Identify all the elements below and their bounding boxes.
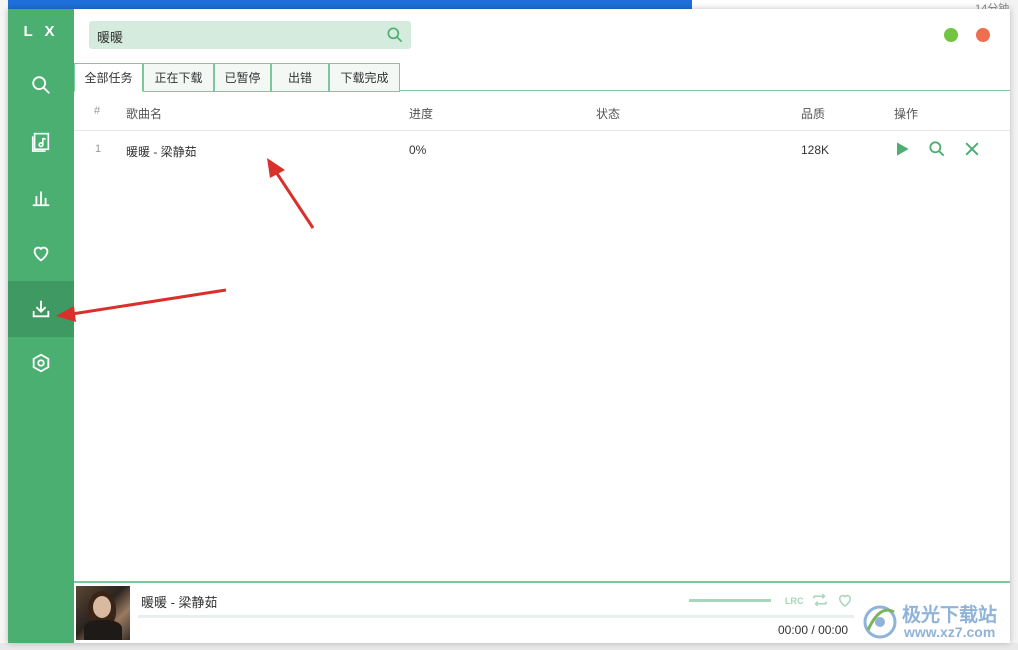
row-quality: 128K bbox=[801, 143, 830, 157]
tab-downloading[interactable]: 正在下载 bbox=[143, 63, 214, 92]
search-input[interactable]: 暖暖 bbox=[97, 27, 123, 46]
tab-label: 出错 bbox=[287, 71, 312, 85]
playback-time: 00:00 / 00:00 bbox=[778, 623, 848, 637]
nav-songlist[interactable] bbox=[8, 113, 74, 169]
favorite-icon[interactable] bbox=[836, 591, 854, 609]
repeat-icon[interactable] bbox=[811, 591, 829, 609]
app-window: L X 暖暖 全部任务 正在下载 已暂停 出错 下载完成 # 歌曲名 进度 状态… bbox=[8, 9, 1010, 643]
col-name: 歌曲名 bbox=[126, 107, 163, 121]
nav-search[interactable] bbox=[8, 57, 74, 113]
row-progress: 0% bbox=[409, 143, 427, 157]
col-actions: 操作 bbox=[894, 107, 919, 121]
total-time: 00:00 bbox=[818, 623, 849, 637]
nav-settings[interactable] bbox=[8, 335, 74, 391]
download-icon bbox=[32, 300, 50, 318]
background-left-window bbox=[0, 0, 8, 650]
tab-all[interactable]: 全部任务 bbox=[74, 63, 143, 92]
nav-download[interactable] bbox=[8, 281, 74, 337]
current-time: 00:00 bbox=[778, 623, 809, 637]
nav-leaderboard[interactable] bbox=[8, 169, 74, 225]
bar-chart-icon bbox=[32, 191, 50, 207]
lyric-label: LRC bbox=[785, 596, 804, 606]
row-index: 1 bbox=[95, 143, 102, 155]
volume-slider[interactable] bbox=[689, 599, 771, 602]
watermark-logo bbox=[863, 605, 897, 639]
background-taskbar bbox=[0, 0, 692, 9]
time-separator: / bbox=[811, 623, 815, 637]
search-icon bbox=[32, 76, 50, 94]
tab-label: 全部任务 bbox=[84, 71, 133, 85]
col-status: 状态 bbox=[596, 107, 621, 121]
lyric-icon[interactable]: LRC bbox=[784, 591, 804, 609]
heart-icon bbox=[33, 246, 49, 262]
playback-progress[interactable] bbox=[138, 615, 854, 618]
table-header: # 歌曲名 进度 状态 品质 操作 bbox=[74, 93, 1010, 131]
player-song-title: 暖暖 - 梁静茹 bbox=[141, 595, 218, 610]
tab-paused[interactable]: 已暂停 bbox=[214, 63, 271, 92]
tab-label: 已暂停 bbox=[224, 71, 261, 85]
music-file-icon bbox=[31, 132, 50, 152]
tab-bar: 全部任务 正在下载 已暂停 出错 下载完成 bbox=[74, 63, 1010, 92]
settings-icon bbox=[32, 353, 50, 373]
close-button[interactable] bbox=[976, 28, 990, 42]
col-progress: 进度 bbox=[409, 107, 434, 121]
table-row[interactable]: 1 暖暖 - 梁静茹 0% 128K bbox=[74, 131, 1010, 167]
watermark-title: 极光下载站 bbox=[902, 605, 998, 626]
delete-icon[interactable] bbox=[962, 139, 982, 159]
tab-error[interactable]: 出错 bbox=[271, 63, 329, 92]
minimize-button[interactable] bbox=[944, 28, 958, 42]
watermark: 极光下载站 www.xz7.com bbox=[858, 598, 1008, 644]
search-icon[interactable] bbox=[385, 25, 405, 45]
tab-label: 正在下载 bbox=[154, 71, 203, 85]
play-icon[interactable] bbox=[892, 139, 912, 159]
cover-face bbox=[93, 596, 111, 618]
tab-completed[interactable]: 下载完成 bbox=[329, 63, 400, 92]
col-index: # bbox=[94, 105, 101, 117]
sidebar: L X bbox=[8, 9, 74, 643]
tab-label: 下载完成 bbox=[340, 71, 389, 85]
nav-favorites[interactable] bbox=[8, 225, 74, 281]
col-quality: 品质 bbox=[801, 107, 826, 121]
watermark-url: www.xz7.com bbox=[904, 624, 996, 640]
search-box[interactable]: 暖暖 bbox=[89, 21, 411, 49]
search-icon[interactable] bbox=[927, 139, 947, 159]
background-bottom bbox=[0, 643, 1018, 650]
app-logo: L X bbox=[23, 23, 59, 40]
main-panel: 暖暖 全部任务 正在下载 已暂停 出错 下载完成 # 歌曲名 进度 状态 品质 … bbox=[74, 9, 1010, 643]
album-cover[interactable] bbox=[76, 586, 130, 640]
cover-body bbox=[84, 620, 122, 640]
row-song-name: 暖暖 - 梁静茹 bbox=[126, 145, 197, 159]
